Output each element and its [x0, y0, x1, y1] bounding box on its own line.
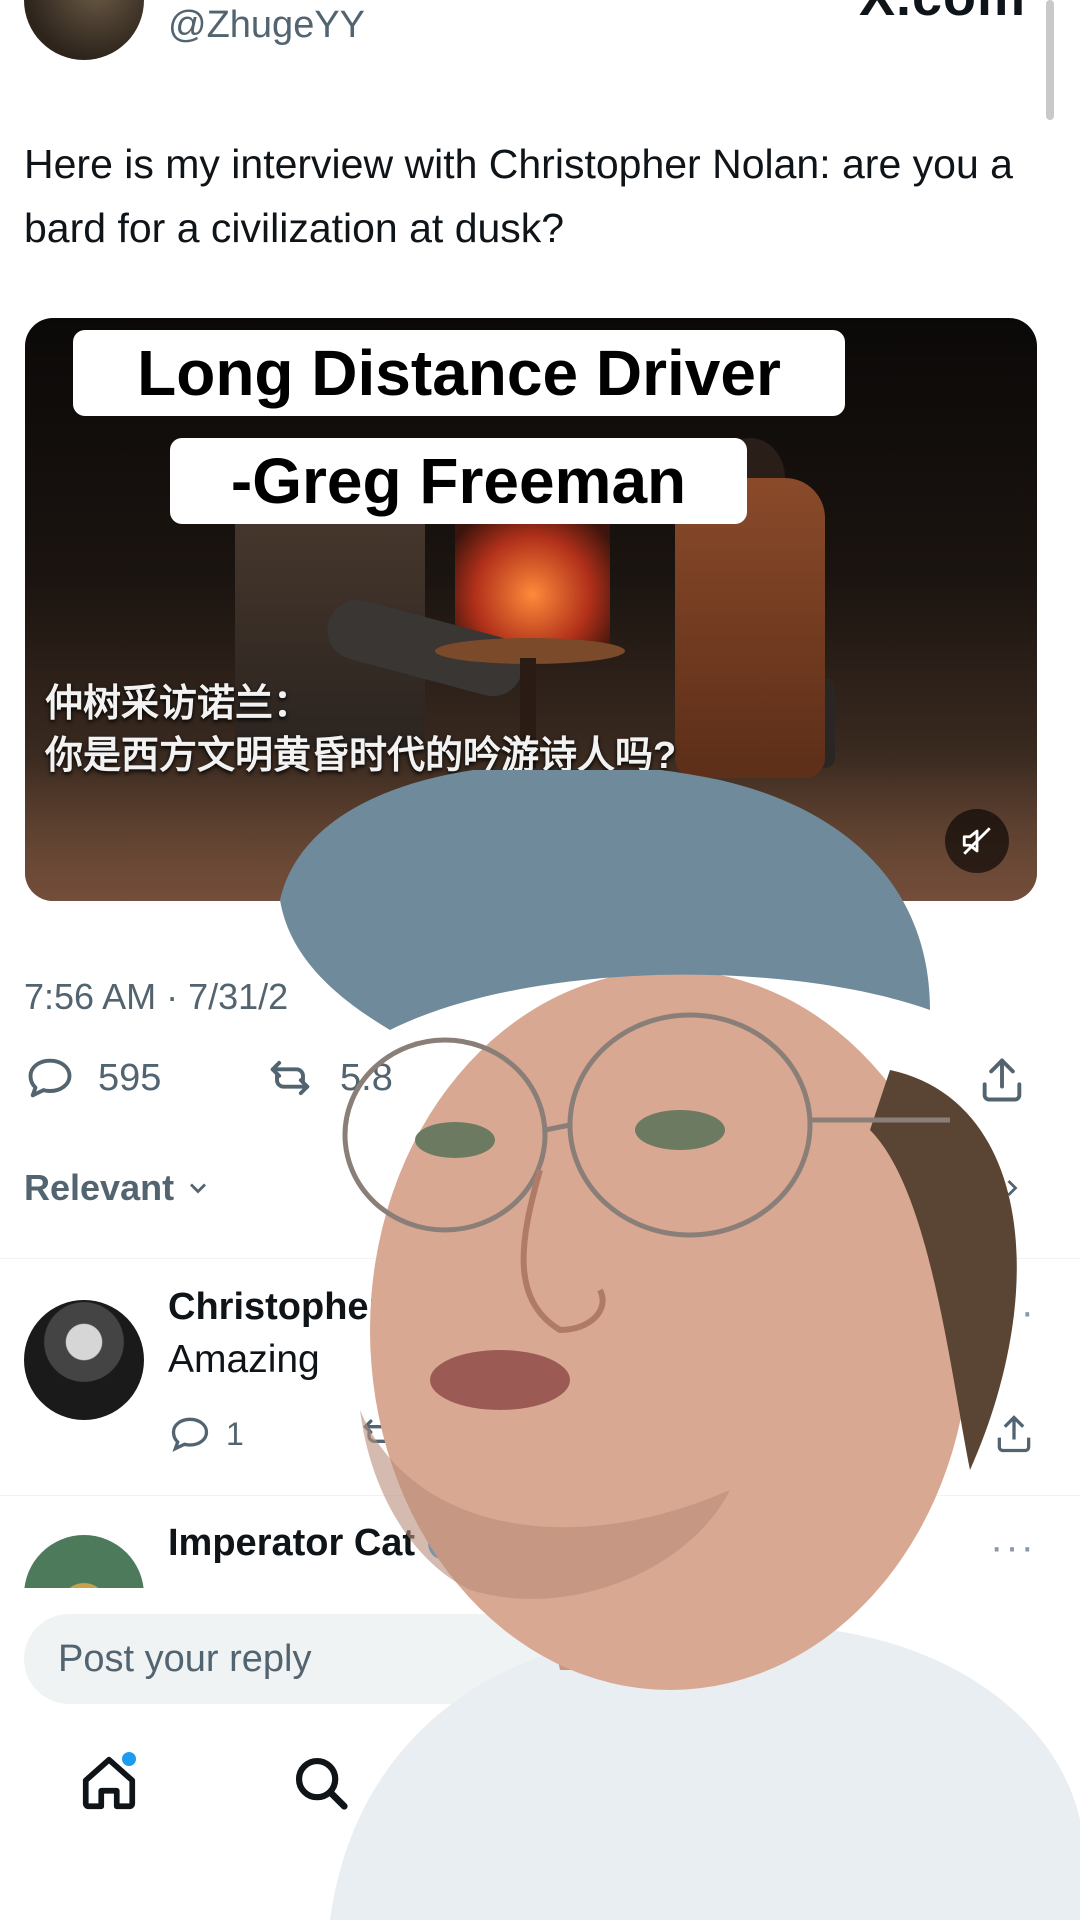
reply-avatar[interactable]: [24, 1300, 144, 1420]
video-subtitle-line1: 仲树采访诺兰：: [45, 683, 312, 725]
notification-dot: [122, 1752, 136, 1766]
video-subtitle: 仲树采访诺兰： 你是西方文明黄昏时代的吟游诗人吗?: [45, 678, 676, 782]
caption-line2: -Greg Freeman: [170, 438, 747, 524]
scrollbar[interactable]: [1046, 0, 1054, 120]
author-handle[interactable]: @ZhugeYY: [168, 4, 365, 47]
reply-reply-button[interactable]: 1: [168, 1412, 244, 1456]
reply-metric[interactable]: 595: [24, 1052, 161, 1104]
reply-reply-count: 1: [226, 1415, 244, 1452]
caption-line1: Long Distance Driver: [73, 330, 845, 416]
reply-count: 595: [98, 1056, 162, 1099]
tweet-timestamp[interactable]: 7:56 AM · 7/31/2: [24, 976, 288, 1018]
site-watermark: X.com: [859, 0, 1026, 28]
author-avatar[interactable]: [24, 0, 144, 60]
sort-dropdown[interactable]: Relevant: [24, 1167, 212, 1209]
reply-icon: [171, 1417, 209, 1452]
reply-icon: [28, 1058, 72, 1098]
tweet-text: Here is my interview with Christopher No…: [24, 141, 1013, 251]
presenter-overlay: [270, 770, 1080, 1920]
presenter-figure: [280, 770, 1080, 1920]
chevron-down-icon: [190, 1183, 207, 1194]
sort-label: Relevant: [24, 1167, 175, 1208]
